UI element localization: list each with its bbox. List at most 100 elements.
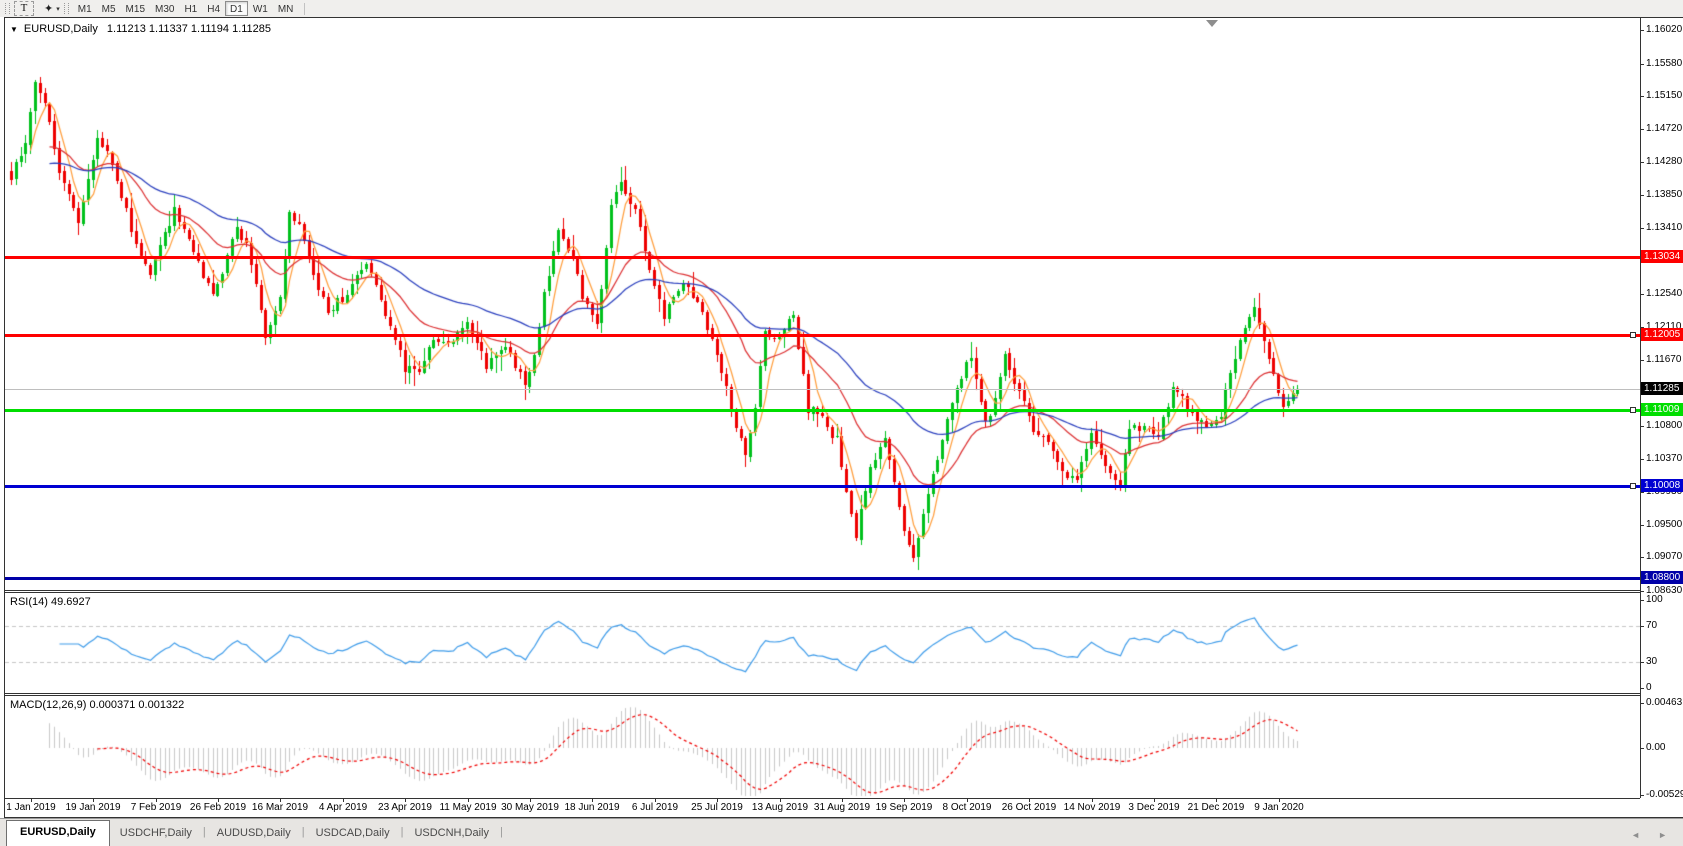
price-tick-label: 1.13850 — [1646, 189, 1682, 201]
date-axis-label: 7 Feb 2019 — [124, 802, 188, 813]
rsi-scale-label: 70 — [1646, 620, 1657, 632]
price-tick-label: 1.09500 — [1646, 519, 1682, 531]
rsi-scale-label: 0 — [1646, 682, 1652, 694]
price-tick-mark — [1640, 426, 1644, 427]
rsi-scale-label: 100 — [1646, 594, 1663, 606]
date-axis-label: 14 Nov 2019 — [1060, 802, 1124, 813]
date-axis-label: 4 Apr 2019 — [311, 802, 375, 813]
timeframe-button-h1[interactable]: H1 — [179, 1, 202, 16]
price-tick-mark — [1640, 228, 1644, 229]
toolbar-grip[interactable] — [5, 3, 10, 14]
rsi-tick-mark — [1640, 626, 1644, 627]
timeframe-button-m5[interactable]: M5 — [97, 1, 121, 16]
rsi-tick-mark — [1640, 600, 1644, 601]
price-tick-mark — [1640, 591, 1644, 592]
timeframe-button-w1[interactable]: W1 — [248, 1, 273, 16]
date-axis-label: 21 Dec 2019 — [1184, 802, 1248, 813]
timeframe-button-mn[interactable]: MN — [273, 1, 299, 16]
tab-audusd-daily[interactable]: AUDUSD,Daily — [207, 822, 301, 846]
symbol-dropdown-icon[interactable]: ▼ — [10, 25, 18, 34]
tab-scroll-arrows: ◄ ► — [1631, 830, 1667, 840]
timeframe-button-d1[interactable]: D1 — [225, 1, 248, 16]
date-axis-label: 3 Dec 2019 — [1122, 802, 1186, 813]
price-tick-mark — [1640, 30, 1644, 31]
tab-usdchf-daily[interactable]: USDCHF,Daily — [110, 822, 202, 846]
price-tick-mark — [1640, 129, 1644, 130]
current-price-label: 1.11285 — [1641, 382, 1683, 395]
tab-scroll-left-icon[interactable]: ◄ — [1631, 830, 1640, 840]
rsi-indicator-canvas[interactable] — [5, 592, 1640, 693]
price-tick-mark — [1640, 492, 1644, 493]
chart-title: ▼ EURUSD,Daily 1.11213 1.11337 1.11194 1… — [10, 23, 271, 35]
price-tick-label: 1.15150 — [1646, 90, 1682, 102]
timeframe-button-m1[interactable]: M1 — [73, 1, 97, 16]
macd-indicator-canvas[interactable] — [5, 695, 1640, 798]
macd-tick-mark — [1640, 748, 1644, 749]
macd-panel-bottom-border — [5, 798, 1640, 799]
price-tick-mark — [1640, 360, 1644, 361]
text-tool-button[interactable]: T — [14, 1, 34, 16]
price-tick-label: 1.09070 — [1646, 551, 1682, 563]
main-chart-canvas[interactable] — [5, 18, 1640, 590]
timeframe-button-m30[interactable]: M30 — [150, 1, 179, 16]
price-tick-label: 1.10370 — [1646, 453, 1682, 465]
chart-symbol: EURUSD,Daily — [24, 23, 98, 35]
price-tick-label: 1.13410 — [1646, 222, 1682, 234]
date-axis-label: 23 Apr 2019 — [373, 802, 437, 813]
toolbar-grip[interactable] — [64, 3, 69, 14]
price-label-1.11009: 1.11009 — [1641, 403, 1683, 416]
date-axis-label: 6 Jul 2019 — [623, 802, 687, 813]
date-axis-label: 16 Mar 2019 — [248, 802, 312, 813]
price-tick-label: 1.14720 — [1646, 123, 1682, 135]
chart-ohlc-values: 1.11213 1.11337 1.11194 1.11285 — [107, 23, 271, 35]
main-panel-bottom-border — [5, 590, 1640, 591]
price-tick-mark — [1640, 64, 1644, 65]
date-axis-label: 11 May 2019 — [436, 802, 500, 813]
date-axis-label: 19 Jan 2019 — [61, 802, 125, 813]
date-axis-label: 19 Sep 2019 — [872, 802, 936, 813]
price-tick-label: 1.14280 — [1646, 156, 1682, 168]
date-axis-label: 1 Jan 2019 — [0, 802, 63, 813]
price-tick-label: 1.15580 — [1646, 58, 1682, 70]
macd-scale-label: -0.005295 — [1646, 789, 1683, 801]
horizontal-line-1.08800[interactable] — [5, 577, 1640, 580]
line-handle[interactable] — [1630, 407, 1636, 413]
tab-eurusd-daily[interactable]: EURUSD,Daily — [6, 820, 110, 846]
horizontal-line-1.10008[interactable] — [5, 485, 1640, 488]
line-handle[interactable] — [1630, 483, 1636, 489]
price-label-1.10008: 1.10008 — [1641, 479, 1683, 492]
cursor-tool-button[interactable]: ✦ ▾ — [40, 1, 64, 16]
date-axis-label: 18 Jun 2019 — [560, 802, 624, 813]
rsi-tick-mark — [1640, 688, 1644, 689]
timeframe-button-h4[interactable]: H4 — [202, 1, 225, 16]
macd-tick-mark — [1640, 795, 1644, 796]
date-axis-label: 31 Aug 2019 — [810, 802, 874, 813]
horizontal-line-1.11009[interactable] — [5, 409, 1640, 412]
price-tick-label: 1.12540 — [1646, 288, 1682, 300]
chart-shift-marker-icon[interactable] — [1206, 20, 1218, 27]
line-handle[interactable] — [1630, 332, 1636, 338]
price-label-1.12005: 1.12005 — [1641, 328, 1683, 341]
rsi-label: RSI(14) 49.6927 — [10, 596, 91, 608]
macd-tick-mark — [1640, 703, 1644, 704]
price-tick-label: 1.11670 — [1646, 354, 1681, 366]
rsi-tick-mark — [1640, 662, 1644, 663]
tab-usdcnh-daily[interactable]: USDCNH,Daily — [404, 822, 499, 846]
mt4-window: T ✦ ▾ M1M5M15M30H1H4D1W1MN ▼ EURUSD,Dail… — [0, 0, 1683, 846]
macd-label: MACD(12,26,9) 0.000371 0.001322 — [10, 699, 184, 711]
timeframe-button-m15[interactable]: M15 — [121, 1, 150, 16]
tab-usdcad-daily[interactable]: USDCAD,Daily — [306, 822, 400, 846]
rsi-panel-bottom-border — [5, 693, 1640, 694]
tab-scroll-right-icon[interactable]: ► — [1658, 830, 1667, 840]
current-price-line — [5, 389, 1640, 390]
price-tick-mark — [1640, 459, 1644, 460]
date-axis-label: 30 May 2019 — [498, 802, 562, 813]
chart-tabs-bar: EURUSD,DailyUSDCHF,Daily|AUDUSD,Daily|US… — [0, 818, 1683, 846]
price-tick-mark — [1640, 162, 1644, 163]
horizontal-line-1.13034[interactable] — [5, 256, 1640, 259]
horizontal-line-1.12005[interactable] — [5, 334, 1640, 337]
tab-separator: | — [499, 821, 504, 846]
date-axis-label: 9 Jan 2020 — [1247, 802, 1311, 813]
toolbar-separator — [304, 3, 305, 15]
price-tick-mark — [1640, 96, 1644, 97]
